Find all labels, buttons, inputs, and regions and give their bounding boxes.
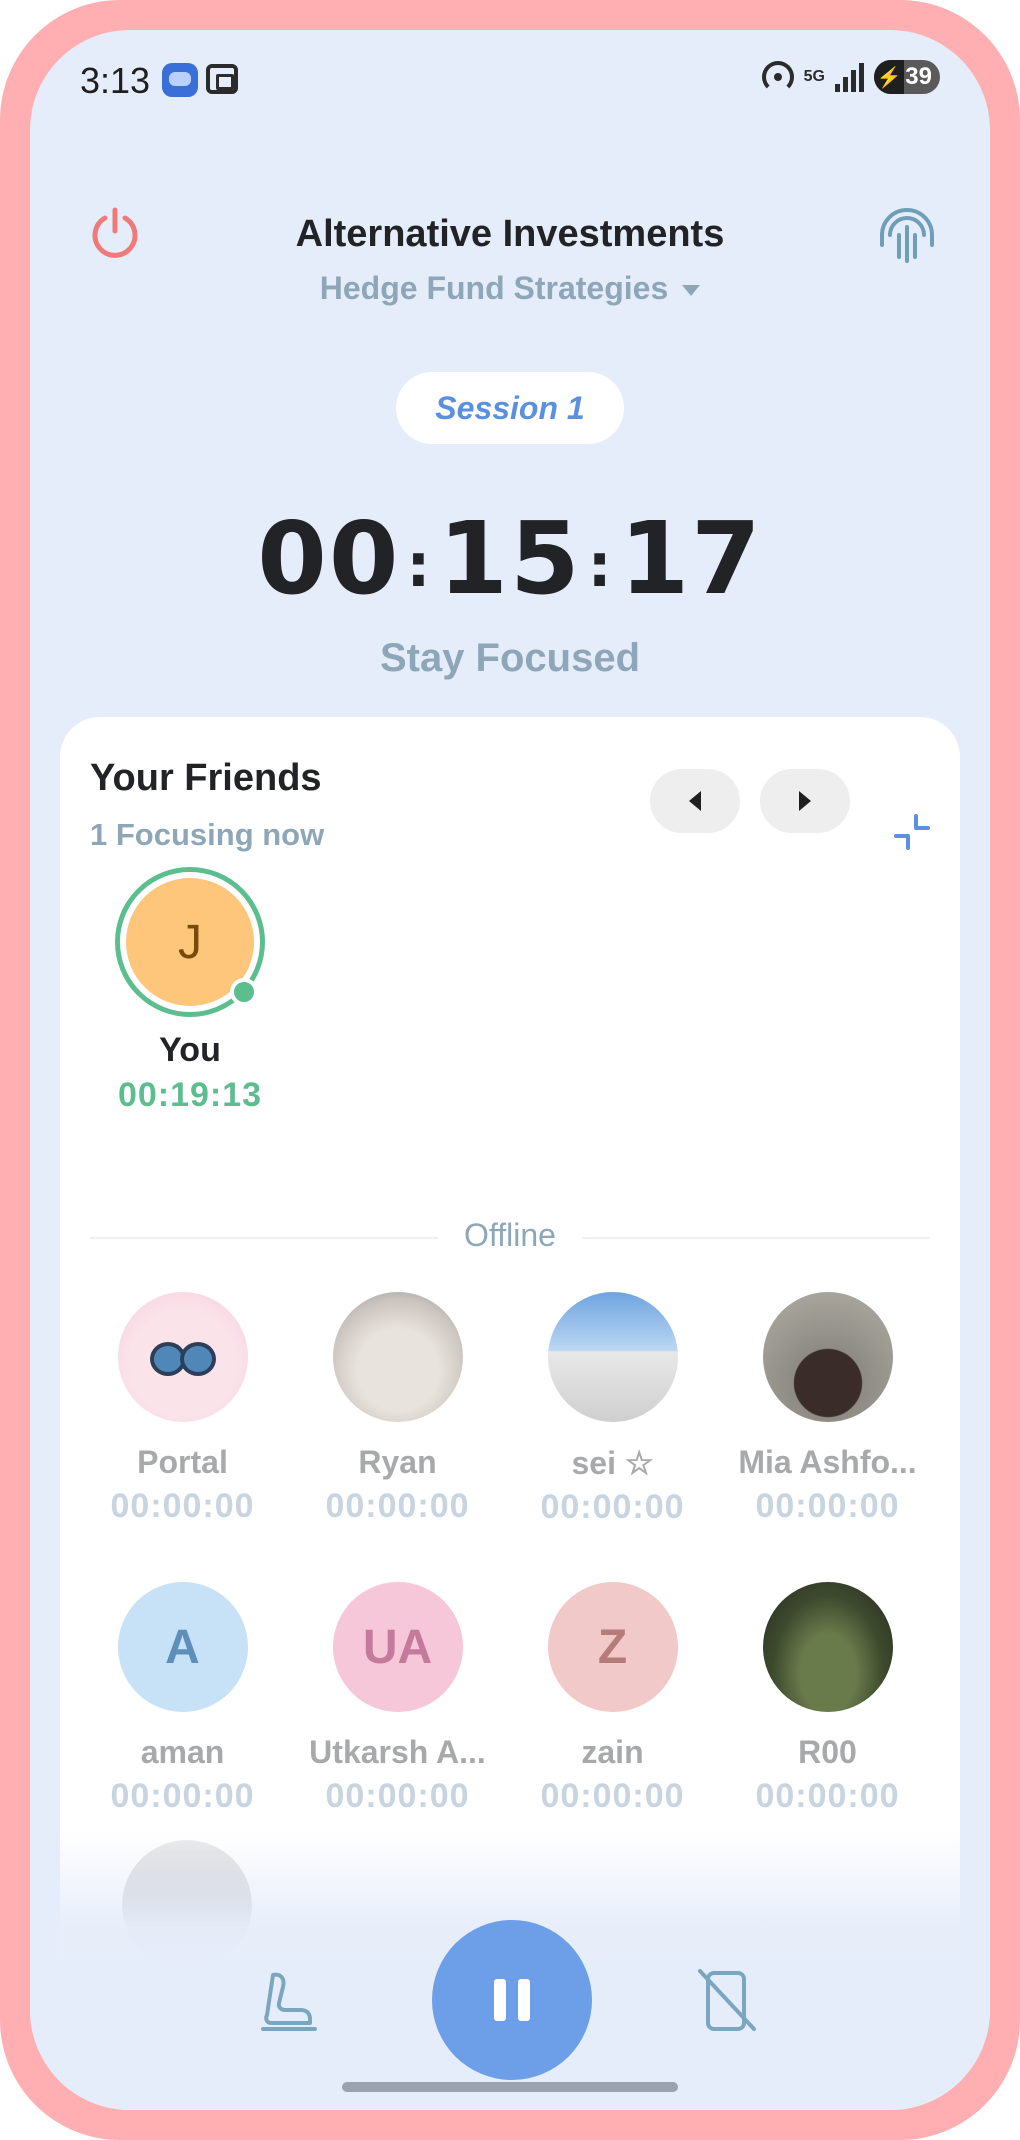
friend-item[interactable]: Z zain 00:00:00 [505, 1582, 720, 1836]
avatar [762, 1582, 893, 1712]
page-title: Alternative Investments [295, 213, 725, 255]
friend-focus-time: 00:00:00 [325, 1777, 470, 1815]
friend-name: Mia Ashfo... [738, 1444, 917, 1480]
friend-item[interactable]: Ryan 00:00:00 [290, 1292, 505, 1546]
friend-item[interactable]: sei ☆ 00:00:00 [505, 1292, 720, 1546]
friend-name: You [159, 1031, 221, 1069]
friend-name: Ryan [358, 1444, 437, 1480]
app-notification-icon [162, 63, 198, 97]
avatar: UA [332, 1582, 463, 1712]
caret-right-icon [799, 791, 811, 811]
friend-focus-time: 00:00:00 [755, 1777, 900, 1815]
friend-name: sei ☆ [571, 1445, 654, 1481]
avatar: Z [547, 1582, 678, 1712]
focus-timer: 00:15:17 [30, 500, 990, 617]
friend-item[interactable]: A aman 00:00:00 [75, 1582, 290, 1836]
friend-name: Portal [137, 1444, 228, 1480]
charging-icon: ⚡ [874, 60, 904, 94]
status-time: 3:13 [80, 60, 151, 101]
friend-item[interactable]: UA Utkarsh A... 00:00:00 [290, 1582, 505, 1836]
avatar-ring: J [115, 867, 265, 1017]
status-indicators: 5G ⚡ 39 [761, 60, 940, 94]
timer-minutes: 15 [438, 500, 582, 617]
collapse-icon[interactable] [890, 810, 934, 854]
friend-focus-time: 00:00:00 [755, 1487, 900, 1525]
battery-indicator: ⚡ 39 [874, 60, 940, 94]
session-badge: Session 1 [396, 372, 624, 444]
friend-focus-time: 00:00:00 [540, 1488, 685, 1526]
caret-down-icon [682, 285, 701, 297]
pause-icon-bar [494, 1979, 506, 2021]
friend-name: Utkarsh A... [309, 1734, 486, 1770]
avatar [762, 1292, 893, 1422]
waveform-icon[interactable] [874, 205, 940, 265]
friend-name: zain [581, 1734, 644, 1770]
seat-icon[interactable] [255, 1965, 325, 2035]
timer-separator: : [406, 530, 433, 601]
avatar [117, 1292, 248, 1422]
friend-item[interactable]: Mia Ashfo... 00:00:00 [720, 1292, 935, 1546]
friend-focus-time: 00:19:13 [117, 1076, 263, 1114]
timer-separator: : [587, 530, 614, 601]
offline-label: Offline [438, 1217, 582, 1254]
topic-selector[interactable]: Hedge Fund Strategies [30, 270, 990, 307]
friend-focus-time: 00:00:00 [325, 1487, 470, 1525]
motivation-text: Stay Focused [379, 636, 641, 680]
online-indicator [230, 978, 258, 1006]
app-screen: 3:13 5G ⚡ 39 Alternative Investments Hed… [30, 30, 990, 2110]
next-page-button[interactable] [760, 769, 850, 833]
friend-name: R00 [798, 1734, 857, 1770]
offline-friends-grid: Portal 00:00:00 Ryan 00:00:00 sei ☆ 00:0… [75, 1292, 935, 1836]
previous-page-button[interactable] [650, 769, 740, 833]
offline-divider: Offline [90, 1217, 930, 1257]
focusing-count: 1 Focusing now [90, 817, 325, 852]
pause-icon-bar [518, 1979, 530, 2021]
timer-hours: 00 [257, 500, 401, 617]
no-phone-icon[interactable] [692, 1965, 762, 2035]
friend-focus-time: 00:00:00 [110, 1487, 255, 1525]
screenshot-icon [206, 64, 238, 94]
hotspot-icon [761, 61, 794, 93]
avatar: A [117, 1582, 248, 1712]
friend-item[interactable]: Portal 00:00:00 [75, 1292, 290, 1546]
friend-focus-time: 00:00:00 [110, 1777, 255, 1815]
friend-name: aman [140, 1734, 225, 1770]
timer-seconds: 17 [619, 500, 763, 617]
pause-button[interactable] [432, 1920, 592, 2080]
bottom-controls [30, 1890, 990, 2090]
battery-level: 39 [905, 63, 932, 90]
friend-item[interactable]: R00 00:00:00 [720, 1582, 935, 1836]
friend-focus-time: 00:00:00 [540, 1777, 685, 1815]
topic-label: Hedge Fund Strategies [319, 270, 669, 306]
avatar [547, 1292, 678, 1422]
friends-title: Your Friends [90, 757, 322, 799]
caret-left-icon [689, 791, 701, 811]
friend-you[interactable]: J You 00:19:13 [100, 867, 280, 1115]
signal-icon [835, 62, 864, 92]
avatar [332, 1292, 463, 1422]
home-indicator[interactable] [342, 2082, 678, 2092]
network-type: 5G [803, 68, 825, 85]
